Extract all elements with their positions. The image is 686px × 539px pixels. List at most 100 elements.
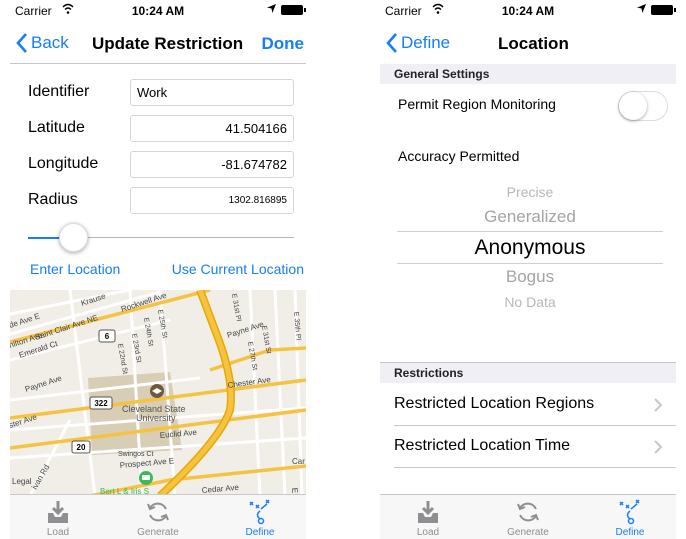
- tab-load-label: Load: [416, 527, 440, 538]
- map-label-krause: Krause: [80, 291, 107, 308]
- radius-slider[interactable]: [28, 223, 294, 253]
- restrictions-header: Restrictions: [380, 363, 676, 383]
- tab-define-label: Define: [245, 527, 275, 538]
- restricted-time-row[interactable]: Restricted Location Time: [380, 426, 676, 468]
- tab-generate[interactable]: Generate: [118, 499, 198, 538]
- refresh-icon: [147, 502, 169, 522]
- longitude-field[interactable]: -81.674782: [130, 151, 294, 178]
- map-label-e31: E 31st Pl: [230, 293, 242, 322]
- restricted-regions-row[interactable]: Restricted Location Regions: [380, 383, 676, 425]
- tab-bar: Load Generate Define: [10, 494, 306, 539]
- map-label-e31st: E 31st St: [260, 325, 272, 354]
- picker-option-no-data[interactable]: No Data: [397, 294, 663, 310]
- latitude-label: Latitude: [28, 119, 85, 136]
- slider-track: [73, 237, 294, 238]
- route-322-label: 322: [94, 399, 108, 408]
- tab-define-label: Define: [615, 527, 645, 538]
- map-view[interactable]: Rockwell Ave Krause de Ave E Saint Clair…: [10, 290, 306, 496]
- longitude-row: Longitude -81.674782: [10, 151, 306, 179]
- status-time: 10:24 AM: [131, 4, 185, 18]
- map-label-prospect: Prospect Ave E: [119, 456, 174, 470]
- picker-selection-line-bottom: [397, 263, 663, 264]
- map-label-csu-2: University: [136, 413, 176, 423]
- enter-location-link[interactable]: Enter Location: [30, 261, 120, 277]
- route-20-shield: 20: [71, 440, 91, 454]
- refresh-icon: [517, 502, 539, 522]
- radius-label: Radius: [28, 191, 78, 208]
- route-6-label: 6: [105, 332, 110, 341]
- done-button[interactable]: Done: [262, 34, 305, 54]
- chevron-left-icon: [16, 33, 27, 53]
- map-label-e23: E 23rd St: [130, 333, 142, 363]
- map-label-car: Car: [292, 457, 305, 466]
- tab-load[interactable]: Load: [18, 499, 98, 538]
- tray-download-icon: [48, 501, 68, 523]
- map-label-euclid: Euclid Ave: [159, 428, 197, 440]
- back-button[interactable]: Back: [16, 33, 69, 53]
- tab-generate-label: Generate: [507, 527, 549, 538]
- tray-download-icon: [418, 501, 438, 523]
- park-pin-icon[interactable]: [139, 471, 153, 485]
- tab-define[interactable]: Define: [220, 499, 300, 538]
- latitude-field[interactable]: 41.504166: [130, 115, 294, 142]
- map-canvas[interactable]: Rockwell Ave Krause de Ave E Saint Clair…: [10, 290, 306, 496]
- permit-region-toggle[interactable]: [618, 91, 668, 121]
- status-time: 10:24 AM: [501, 4, 555, 18]
- longitude-label: Longitude: [28, 155, 99, 172]
- row-divider: [394, 467, 676, 468]
- map-label-legal: Legal: [12, 477, 32, 486]
- toggle-knob: [619, 92, 647, 120]
- battery-icon: [651, 5, 676, 15]
- tab-generate-label: Generate: [137, 527, 179, 538]
- radius-row: Radius 1302.816895: [10, 187, 306, 215]
- location-settings-screen: Carrier 10:24 AM Define Location General…: [380, 0, 676, 539]
- route-322-shield: 322: [89, 396, 113, 410]
- route-6-shield: 6: [98, 329, 116, 343]
- slider-thumb[interactable]: [58, 223, 88, 252]
- map-label-e22: E 22nd St: [116, 343, 128, 375]
- tab-bar: Load Generate Define: [380, 494, 676, 539]
- update-restriction-screen: Carrier 10:24 AM Back Update Restriction…: [10, 0, 306, 539]
- map-label-ivan: ivan Rd: [30, 463, 51, 491]
- accuracy-picker[interactable]: Precise Generalized Anonymous Bogus No D…: [397, 176, 663, 316]
- picker-selection-line-top: [397, 231, 663, 232]
- university-pin-icon[interactable]: [150, 384, 164, 398]
- identifier-field[interactable]: Work: [130, 79, 294, 106]
- tab-load[interactable]: Load: [388, 499, 468, 538]
- nav-bar: Define Location: [380, 20, 676, 64]
- tab-load-label: Load: [46, 527, 70, 538]
- identifier-label: Identifier: [28, 83, 90, 100]
- status-bar: Carrier 10:24 AM: [10, 0, 306, 20]
- chevron-right-icon: [654, 440, 662, 454]
- location-arrow-icon: [267, 4, 276, 13]
- map-label-payne-east: Payne Ave: [226, 319, 266, 340]
- map-label-swingos: Swingos Ct: [118, 451, 153, 458]
- accuracy-label: Accuracy Permitted: [398, 148, 520, 164]
- tab-generate[interactable]: Generate: [488, 499, 568, 538]
- latitude-row: Latitude 41.504166: [10, 115, 306, 143]
- picker-option-bogus[interactable]: Bogus: [397, 267, 663, 287]
- map-label-e35: E 35th Pl: [292, 312, 301, 341]
- picker-option-generalized[interactable]: Generalized: [397, 207, 663, 227]
- chevron-left-icon: [386, 33, 397, 53]
- picker-option-precise[interactable]: Precise: [397, 184, 663, 200]
- play-diagram-icon: [619, 499, 640, 525]
- tab-define[interactable]: Define: [590, 499, 670, 538]
- route-20-label: 20: [77, 443, 86, 452]
- identifier-row: Identifier Work: [10, 79, 306, 107]
- location-arrow-icon: [637, 4, 646, 13]
- radius-field[interactable]: 1302.816895: [130, 187, 294, 214]
- restricted-regions-label: Restricted Location Regions: [394, 395, 595, 412]
- restricted-time-label: Restricted Location Time: [394, 437, 571, 454]
- page-title: Update Restriction: [92, 34, 244, 53]
- general-settings-header: General Settings: [380, 64, 676, 84]
- define-back-button[interactable]: Define: [386, 33, 450, 53]
- use-current-location-link[interactable]: Use Current Location: [172, 261, 304, 277]
- play-diagram-icon: [249, 499, 270, 525]
- picker-option-anonymous[interactable]: Anonymous: [397, 236, 663, 260]
- back-label: Define: [401, 33, 451, 52]
- status-bar: Carrier 10:24 AM: [380, 0, 676, 20]
- nav-bar: Back Update Restriction Done: [10, 20, 306, 64]
- map-label-payne-west: Payne Ave: [24, 373, 64, 394]
- back-label: Back: [31, 33, 69, 52]
